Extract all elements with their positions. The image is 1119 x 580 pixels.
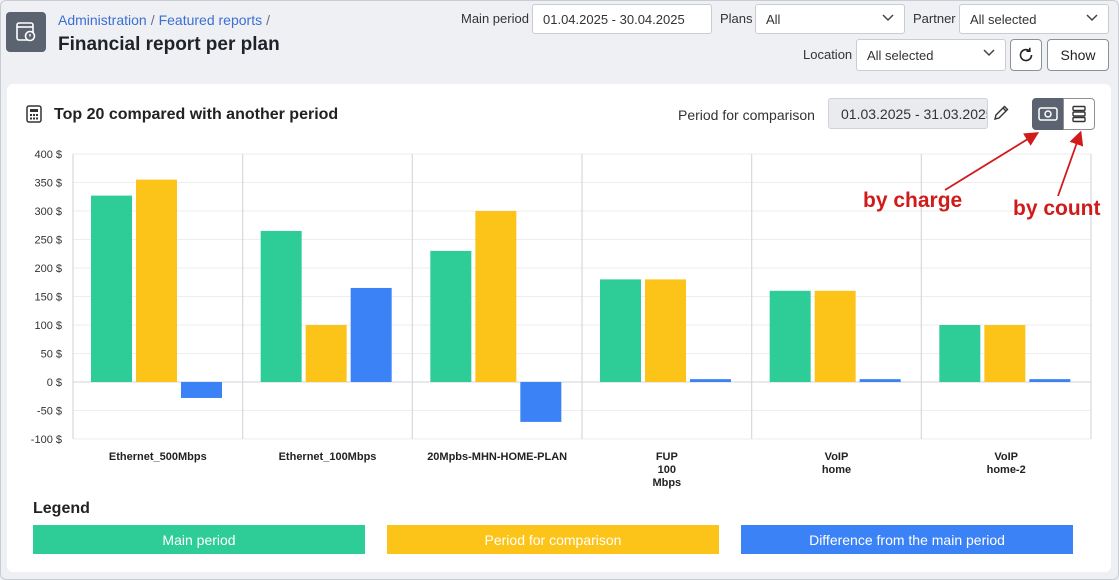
by-count-annotation: by count (1013, 197, 1101, 220)
by-charge-annotation: by charge (863, 189, 963, 212)
by-count-arrow (1057, 130, 1084, 197)
by-charge-arrow (944, 132, 1040, 191)
annotation-arrows (944, 130, 1084, 197)
